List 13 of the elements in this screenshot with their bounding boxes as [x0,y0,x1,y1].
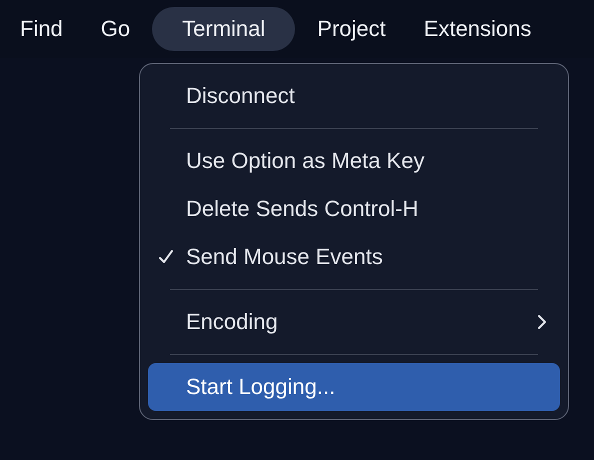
menu-bar-item[interactable]: Extensions [408,7,548,51]
menu-bar-item[interactable]: Go [84,7,146,51]
menu-item[interactable]: Disconnect [148,72,560,120]
menu-item[interactable]: Delete Sends Control-H [148,185,560,233]
menu-bar-item[interactable]: Terminal [152,7,296,51]
chevron-right-icon [536,314,548,330]
menu-item[interactable]: Send Mouse Events [148,233,560,281]
menu-item[interactable]: Encoding [148,298,560,346]
menu-item[interactable]: Start Logging... [148,363,560,411]
checkmark-icon [158,249,174,265]
menu-item[interactable]: Use Option as Meta Key [148,137,560,185]
menu-bar-item[interactable]: Project [301,7,402,51]
menu-bar-item[interactable]: Find [4,7,79,51]
